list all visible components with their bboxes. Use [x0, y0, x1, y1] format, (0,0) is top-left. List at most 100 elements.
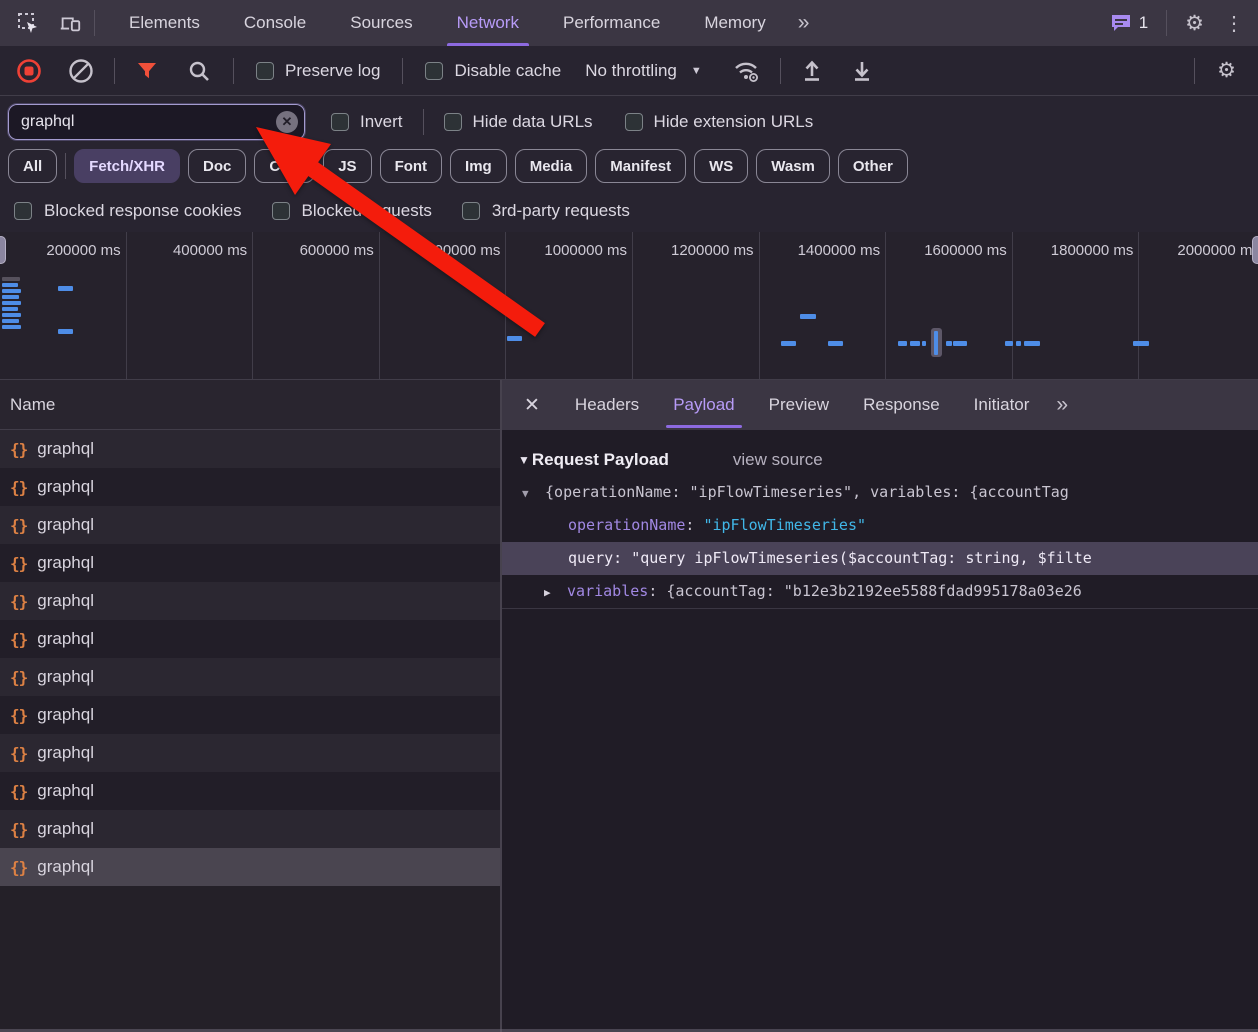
waterfall-bar	[781, 341, 796, 346]
details-tabbar: ✕ Headers Payload Preview Response Initi…	[502, 380, 1258, 430]
tab-headers[interactable]: Headers	[558, 380, 656, 430]
more-tabs-icon[interactable]: »	[788, 11, 818, 35]
divider	[1194, 58, 1195, 84]
chip-other[interactable]: Other	[838, 149, 908, 183]
payload-operation-row[interactable]: operationName: "ipFlowTimeseries"	[502, 509, 1258, 542]
expand-triangle-icon[interactable]: ▶	[544, 576, 558, 608]
table-row[interactable]: {}graphql	[0, 696, 500, 734]
filter-toggle-icon[interactable]	[135, 59, 159, 83]
chevron-down-icon[interactable]: ▼	[691, 65, 702, 77]
payload-string-value: "query ipFlowTimeseries($accountTag: str…	[631, 549, 1092, 567]
export-har-icon[interactable]	[849, 58, 875, 84]
more-detail-tabs-icon[interactable]: »	[1046, 393, 1076, 417]
collapse-triangle-icon[interactable]: ▼	[518, 453, 530, 467]
blocked-cookies-checkbox[interactable]	[14, 202, 32, 220]
hide-extension-urls-checkbox[interactable]	[625, 113, 643, 131]
payload-root-row[interactable]: ▼ {operationName: "ipFlowTimeseries", va…	[502, 476, 1258, 509]
chip-font[interactable]: Font	[380, 149, 442, 183]
settings-gear-icon[interactable]: ⚙	[1179, 13, 1210, 34]
chip-fetch-xhr[interactable]: Fetch/XHR	[74, 149, 180, 183]
issues-counter[interactable]: 1	[1110, 13, 1148, 33]
tab-memory[interactable]: Memory	[682, 0, 787, 46]
chip-all[interactable]: All	[8, 149, 57, 183]
tab-payload[interactable]: Payload	[656, 380, 751, 430]
tab-initiator[interactable]: Initiator	[957, 380, 1047, 430]
json-braces-icon: {}	[10, 478, 27, 497]
device-toolbar-icon[interactable]	[58, 11, 82, 35]
name-column-header[interactable]: Name	[0, 380, 500, 430]
json-braces-icon: {}	[10, 592, 27, 611]
table-row[interactable]: {}graphql	[0, 506, 500, 544]
invert-checkbox[interactable]	[331, 113, 349, 131]
blocked-requests-checkbox[interactable]	[272, 202, 290, 220]
tab-performance[interactable]: Performance	[541, 0, 682, 46]
filter-zone: ✕ Invert Hide data URLs Hide extension U…	[0, 96, 1258, 232]
divider	[114, 58, 115, 84]
table-row[interactable]: {}graphql	[0, 430, 500, 468]
json-braces-icon: {}	[10, 516, 27, 535]
waterfall-bar	[946, 341, 952, 346]
table-row[interactable]: {}graphql	[0, 658, 500, 696]
search-icon[interactable]	[187, 59, 211, 83]
import-har-icon[interactable]	[799, 58, 825, 84]
table-row[interactable]: {}graphql	[0, 620, 500, 658]
payload-root-preview: {operationName: "ipFlowTimeseries", vari…	[545, 483, 1069, 501]
third-party-checkbox[interactable]	[462, 202, 480, 220]
json-braces-icon: {}	[10, 744, 27, 763]
chip-js[interactable]: JS	[323, 149, 371, 183]
payload-panel: ▼ Request Payload view source ▼ {operati…	[502, 430, 1258, 609]
tab-sources[interactable]: Sources	[328, 0, 434, 46]
timeline-scroll-handle-left[interactable]	[0, 236, 6, 264]
disable-cache-checkbox[interactable]	[425, 62, 443, 80]
network-conditions-icon[interactable]	[732, 58, 762, 84]
preserve-log-checkbox[interactable]	[256, 62, 274, 80]
close-icon[interactable]: ✕	[502, 394, 558, 417]
tab-console[interactable]: Console	[222, 0, 328, 46]
blocked-requests-label: Blocked requests	[302, 201, 432, 221]
tab-network[interactable]: Network	[435, 0, 541, 46]
chip-img[interactable]: Img	[450, 149, 507, 183]
network-settings-gear-icon[interactable]: ⚙	[1217, 60, 1236, 81]
filter-input[interactable]	[8, 104, 305, 140]
preserve-log-label: Preserve log	[285, 61, 380, 81]
message-bubble-icon	[1110, 13, 1132, 33]
collapse-triangle-icon[interactable]: ▼	[522, 477, 536, 509]
table-row[interactable]: {}graphql	[0, 772, 500, 810]
waterfall-bar	[2, 295, 19, 299]
chip-manifest[interactable]: Manifest	[595, 149, 686, 183]
json-braces-icon: {}	[10, 858, 27, 877]
table-row[interactable]: {}graphql	[0, 810, 500, 848]
payload-string-value: "ipFlowTimeseries"	[703, 516, 866, 534]
timeline-overview[interactable]: 200000 ms 400000 ms 600000 ms 800000 ms …	[0, 232, 1258, 380]
clear-filter-icon[interactable]: ✕	[276, 111, 298, 133]
view-source-link[interactable]: view source	[733, 450, 823, 470]
waterfall-bar	[1005, 341, 1013, 346]
payload-variables-row[interactable]: ▶ variables: {accountTag: "b12e3b2192ee5…	[502, 575, 1258, 608]
tab-response[interactable]: Response	[846, 380, 957, 430]
chip-wasm[interactable]: Wasm	[756, 149, 830, 183]
kebab-menu-icon[interactable]: ⋮	[1210, 11, 1258, 36]
request-name: graphql	[37, 819, 94, 839]
request-payload-title: Request Payload	[532, 450, 669, 470]
payload-query-row-selected[interactable]: query: "query ipFlowTimeseries($accountT…	[502, 542, 1258, 575]
table-row[interactable]: {}graphql	[0, 468, 500, 506]
clear-network-log-icon[interactable]	[68, 58, 94, 84]
chip-css[interactable]: CSS	[254, 149, 315, 183]
throttling-select[interactable]: No throttling	[585, 61, 677, 81]
tab-preview[interactable]: Preview	[752, 380, 846, 430]
chip-ws[interactable]: WS	[694, 149, 748, 183]
chip-doc[interactable]: Doc	[188, 149, 246, 183]
waterfall-bar	[58, 286, 73, 291]
inspect-element-icon[interactable]	[16, 11, 40, 35]
table-row[interactable]: {}graphql	[0, 582, 500, 620]
chip-media[interactable]: Media	[515, 149, 588, 183]
hide-data-urls-checkbox[interactable]	[444, 113, 462, 131]
record-button[interactable]	[16, 58, 42, 84]
table-row[interactable]: {}graphql	[0, 544, 500, 582]
timeline-scroll-handle-right[interactable]	[1252, 236, 1258, 264]
table-row[interactable]: {}graphql	[0, 734, 500, 772]
third-party-label: 3rd-party requests	[492, 201, 630, 221]
hide-extension-urls-label: Hide extension URLs	[654, 112, 814, 132]
table-row-selected[interactable]: {}graphql	[0, 848, 500, 886]
tab-elements[interactable]: Elements	[107, 0, 222, 46]
